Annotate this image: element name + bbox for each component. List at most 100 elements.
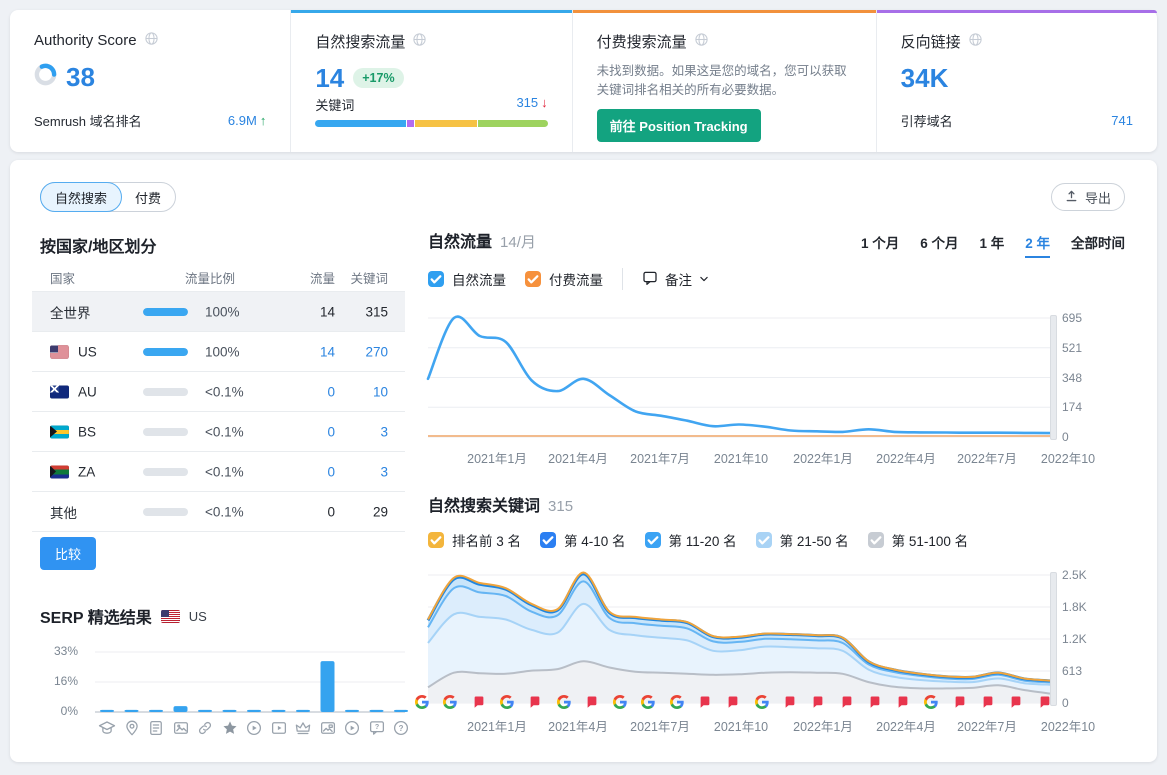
traffic-value[interactable]: 0: [327, 384, 335, 399]
note-marker[interactable]: [840, 695, 854, 709]
legend-排名前 3 名[interactable]: 排名前 3 名: [428, 530, 521, 550]
info-globe-icon[interactable]: [412, 32, 427, 51]
serp-bar-education: [100, 710, 114, 712]
legend-付费流量[interactable]: 付费流量: [525, 269, 603, 289]
note-marker[interactable]: [811, 695, 825, 709]
legend-第 21-50 名[interactable]: 第 21-50 名: [756, 530, 849, 550]
tab-付费[interactable]: 付费: [121, 183, 175, 211]
serp-section-title: SERP 精选结果: [40, 604, 152, 628]
note-marker[interactable]: [1009, 695, 1023, 709]
note-marker[interactable]: [953, 695, 967, 709]
google-update-marker[interactable]: [415, 695, 429, 709]
google-update-marker[interactable]: [500, 695, 514, 709]
legend-自然流量[interactable]: 自然流量: [428, 269, 506, 289]
range-6 个月[interactable]: 6 个月: [920, 232, 958, 258]
note-marker[interactable]: [698, 695, 712, 709]
traffic-x-axis: 2021年1月2021年4月2021年7月2021年102022年1月2022年…: [428, 448, 1128, 464]
search-type-tabs: 自然搜索付费: [40, 182, 176, 212]
info-globe-icon[interactable]: [968, 32, 983, 51]
others-icon[interactable]: ?: [392, 719, 410, 737]
country-row-US[interactable]: US100%14270: [32, 332, 405, 372]
legend-第 11-20 名[interactable]: 第 11-20 名: [645, 530, 737, 550]
tab-自然搜索[interactable]: 自然搜索: [40, 182, 122, 212]
traffic-value: 14: [320, 304, 335, 319]
chart-scroll-handle[interactable]: [1050, 572, 1057, 706]
organic-traffic-line: [428, 317, 1050, 434]
keywords-value[interactable]: 3: [380, 424, 388, 439]
video-carousel-icon[interactable]: [343, 719, 361, 737]
range-全部时间[interactable]: 全部时间: [1071, 232, 1125, 258]
keywords-value[interactable]: 270: [365, 344, 388, 359]
ref-domains-value[interactable]: 741: [1111, 113, 1133, 128]
flag-za-icon: [50, 465, 69, 478]
range-1 个月[interactable]: 1 个月: [861, 232, 899, 258]
authority-score-value: 38: [66, 64, 95, 90]
keywords-label: 关键词: [315, 95, 354, 114]
compare-button[interactable]: 比较: [40, 537, 96, 570]
country-row-BS[interactable]: BS<0.1%03: [32, 412, 405, 452]
svg-text:?: ?: [374, 723, 378, 731]
featured-video-icon[interactable]: [270, 719, 288, 737]
note-marker[interactable]: [868, 695, 882, 709]
featured-snippet-icon[interactable]: [147, 719, 165, 737]
traffic-value[interactable]: 0: [327, 424, 335, 439]
video-icon[interactable]: [245, 719, 263, 737]
country-row-ZA[interactable]: ZA<0.1%03: [32, 452, 405, 492]
domain-rank-value[interactable]: 6.9M: [228, 113, 257, 128]
google-update-marker[interactable]: [670, 695, 684, 709]
countries-table-header: 国家 流量比例 流量 关键词: [32, 264, 405, 291]
range-1 年[interactable]: 1 年: [979, 232, 1004, 258]
notes-dropdown[interactable]: 备注: [642, 269, 709, 289]
local-pack-icon[interactable]: [123, 719, 141, 737]
google-update-marker[interactable]: [924, 695, 938, 709]
position-tracking-button[interactable]: 前往 Position Tracking: [597, 109, 761, 142]
note-marker[interactable]: [981, 695, 995, 709]
info-globe-icon[interactable]: [144, 31, 159, 50]
checkbox-icon: [428, 532, 444, 548]
image-pack-icon[interactable]: [319, 719, 337, 737]
note-marker[interactable]: [585, 695, 599, 709]
image-icon[interactable]: [172, 719, 190, 737]
traffic-legend-row: 自然流量付费流量 备注: [428, 268, 709, 290]
education-icon[interactable]: [98, 719, 116, 737]
reviews-icon[interactable]: [221, 719, 239, 737]
legend-第 51-100 名[interactable]: 第 51-100 名: [868, 530, 969, 550]
keywords-count[interactable]: 315: [516, 95, 538, 110]
top-stories-icon[interactable]: [294, 719, 312, 737]
range-2 年[interactable]: 2 年: [1025, 232, 1050, 258]
segment-green: [478, 120, 547, 127]
google-update-marker[interactable]: [443, 695, 457, 709]
countries-section-title: 按国家/地区划分: [40, 233, 156, 257]
note-marker[interactable]: [528, 695, 542, 709]
serp-feature-icons-row: ??: [80, 719, 410, 741]
keywords-value[interactable]: 3: [380, 464, 388, 479]
chart-scroll-handle[interactable]: [1050, 315, 1057, 440]
country-row-AU[interactable]: AU<0.1%010: [32, 372, 405, 412]
traffic-share-value: 100%: [205, 304, 240, 319]
traffic-value[interactable]: 14: [320, 344, 335, 359]
serp-bar-image: [174, 706, 188, 712]
google-update-marker[interactable]: [557, 695, 571, 709]
faq-icon[interactable]: ?: [368, 719, 386, 737]
note-marker[interactable]: [783, 695, 797, 709]
export-button[interactable]: 导出: [1051, 183, 1125, 211]
organic-traffic-value: 14: [315, 65, 344, 91]
traffic-value[interactable]: 0: [327, 464, 335, 479]
google-update-marker[interactable]: [755, 695, 769, 709]
keywords-value[interactable]: 10: [373, 384, 388, 399]
info-globe-icon[interactable]: [694, 32, 709, 51]
sitelinks-icon[interactable]: [196, 719, 214, 737]
country-row-全世界: 全世界100%14315: [32, 291, 405, 332]
checkbox-icon: [756, 532, 772, 548]
google-update-marker[interactable]: [613, 695, 627, 709]
legend-第 4-10 名[interactable]: 第 4-10 名: [540, 530, 626, 550]
note-marker[interactable]: [472, 695, 486, 709]
country-row-其他: 其他<0.1%029: [32, 492, 405, 532]
card-organic-traffic: 自然搜索流量 14 +17% 关键词 315↓: [290, 10, 571, 152]
note-marker[interactable]: [896, 695, 910, 709]
google-update-marker[interactable]: [641, 695, 655, 709]
segment-blue: [315, 120, 406, 127]
keywords-y-axis: 2.5K1.8K1.2K6130: [1062, 575, 1107, 703]
note-marker[interactable]: [726, 695, 740, 709]
serp-bar-top-stories: [296, 710, 310, 712]
